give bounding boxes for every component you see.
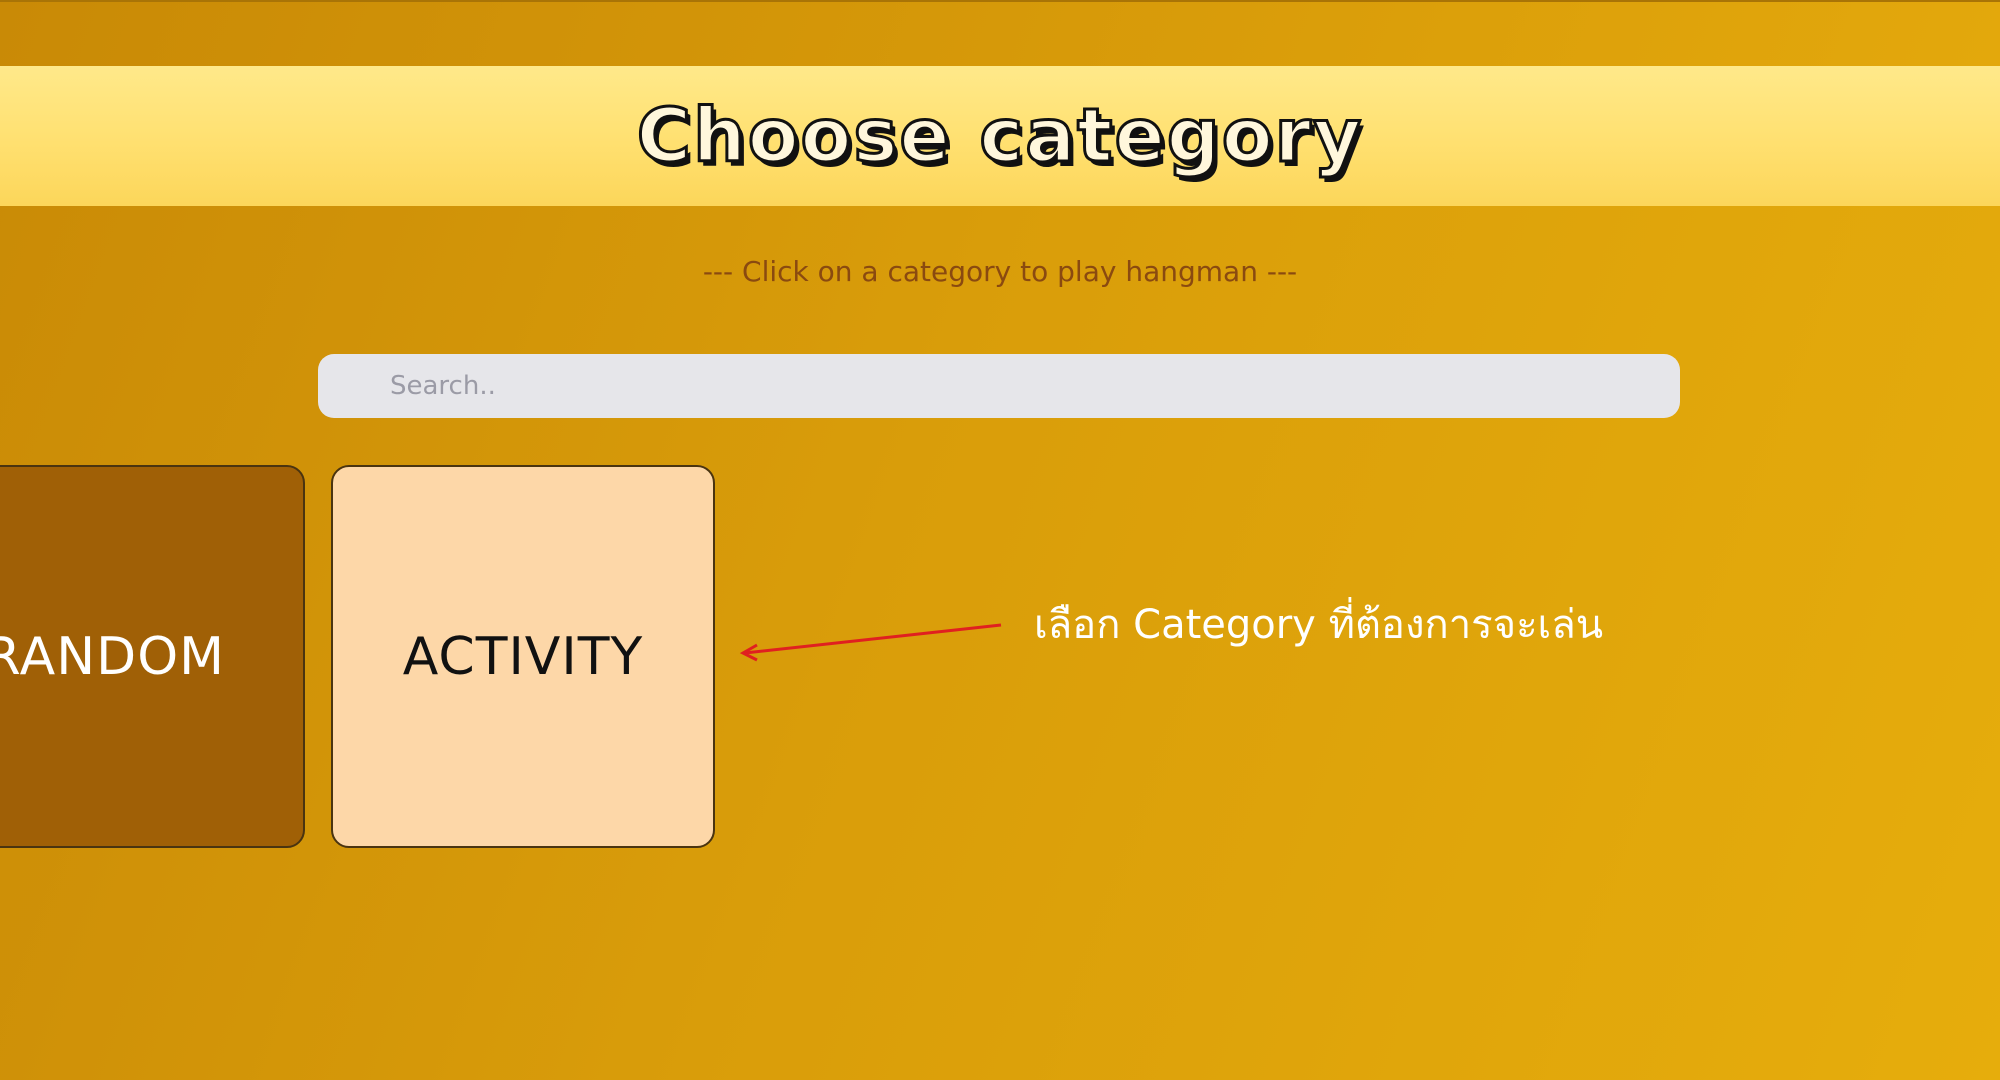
category-label: RANDOM xyxy=(0,626,225,687)
page-title: Choose category xyxy=(635,92,1364,181)
title-banner: Choose category xyxy=(0,66,2000,206)
category-label: ACTIVITY xyxy=(402,626,644,687)
annotation-text: เลือก Category ที่ต้องการจะเล่น xyxy=(1034,602,1604,648)
annotation-arrow-icon xyxy=(739,623,1002,662)
search-bar xyxy=(318,354,1680,418)
top-strip xyxy=(0,0,2000,66)
instruction-text: --- Click on a category to play hangman … xyxy=(702,255,1298,288)
search-input[interactable] xyxy=(318,354,1680,418)
category-card-activity[interactable]: ACTIVITY xyxy=(331,465,715,848)
category-card-random[interactable]: RANDOM xyxy=(0,465,305,848)
